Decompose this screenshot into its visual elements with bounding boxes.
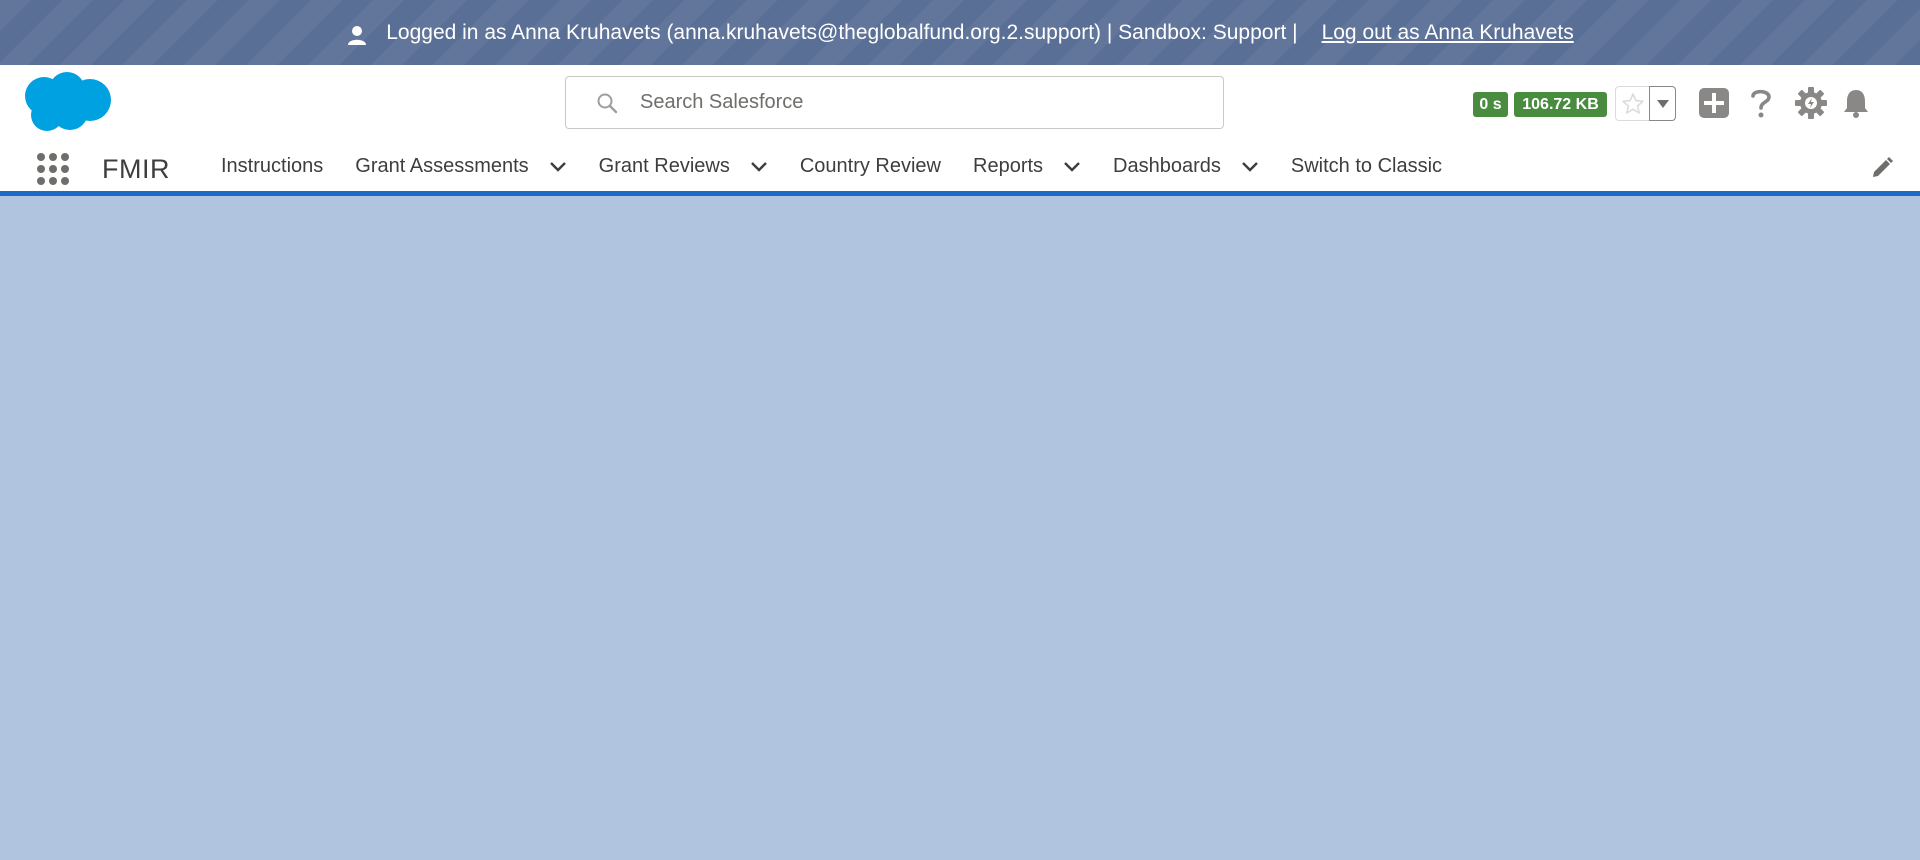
chevron-down-icon — [1656, 99, 1669, 108]
notifications-button[interactable] — [1838, 85, 1874, 121]
search-icon — [597, 93, 618, 113]
setup-button[interactable] — [1793, 85, 1829, 121]
banner-text: Logged in as Anna Kruhavets (anna.kruhav… — [386, 20, 1298, 44]
chevron-down-icon[interactable] — [549, 161, 567, 173]
nav-item-reports[interactable]: Reports — [957, 142, 1097, 191]
salesforce-cloud-logo[interactable] — [22, 71, 112, 135]
search-input[interactable] — [638, 90, 1178, 115]
nav-item-grant-assessments[interactable]: Grant Assessments — [339, 142, 582, 191]
favorites-group — [1615, 86, 1676, 121]
plus-icon — [1699, 88, 1729, 118]
nav-item-grant-reviews[interactable]: Grant Reviews — [583, 142, 784, 191]
main-content-area — [0, 201, 1920, 860]
search-box[interactable] — [565, 76, 1224, 129]
global-actions-button[interactable] — [1696, 85, 1732, 121]
app-launcher-icon[interactable] — [36, 152, 70, 186]
app-name: FMIR — [102, 154, 170, 184]
chevron-down-icon[interactable] — [750, 161, 768, 173]
nav-item-label: Switch to Classic — [1290, 155, 1443, 177]
nav-item-label: Grant Assessments — [355, 155, 529, 177]
help-icon — [1751, 89, 1771, 118]
chevron-down-icon[interactable] — [1241, 161, 1259, 173]
favorite-star-button[interactable] — [1615, 86, 1649, 121]
logout-link[interactable]: Log out as Anna Kruhavets — [1322, 21, 1574, 45]
edit-pencil-icon[interactable] — [1870, 156, 1894, 180]
user-icon — [348, 25, 367, 45]
nav-item-label: Grant Reviews — [598, 155, 730, 177]
nav-item-label: Reports — [973, 155, 1044, 177]
help-button[interactable] — [1743, 85, 1779, 121]
setup-gear-icon — [1795, 87, 1827, 119]
nav-item-country-review[interactable]: Country Review — [784, 142, 957, 191]
global-header: 0 s 106.72 KB — [0, 65, 1920, 142]
favorites-dropdown-button[interactable] — [1649, 86, 1676, 121]
nav-items: Instructions Grant Assessments Grant Rev… — [205, 142, 1458, 191]
bell-icon — [1844, 90, 1868, 118]
nav-item-label: Dashboards — [1113, 155, 1221, 177]
star-icon — [1621, 92, 1644, 114]
impersonation-banner: Logged in as Anna Kruhavets (anna.kruhav… — [0, 0, 1920, 65]
chevron-down-icon[interactable] — [1063, 161, 1081, 173]
size-badge: 106.72 KB — [1514, 92, 1607, 117]
nav-item-dashboards[interactable]: Dashboards — [1097, 142, 1275, 191]
navigation-bar: FMIR Instructions Grant Assessments Gran… — [0, 142, 1920, 196]
nav-item-instructions[interactable]: Instructions — [205, 142, 339, 191]
nav-item-switch-to-classic[interactable]: Switch to Classic — [1275, 142, 1458, 191]
time-badge: 0 s — [1473, 92, 1508, 117]
nav-item-label: Country Review — [799, 155, 941, 177]
nav-item-label: Instructions — [221, 155, 324, 177]
